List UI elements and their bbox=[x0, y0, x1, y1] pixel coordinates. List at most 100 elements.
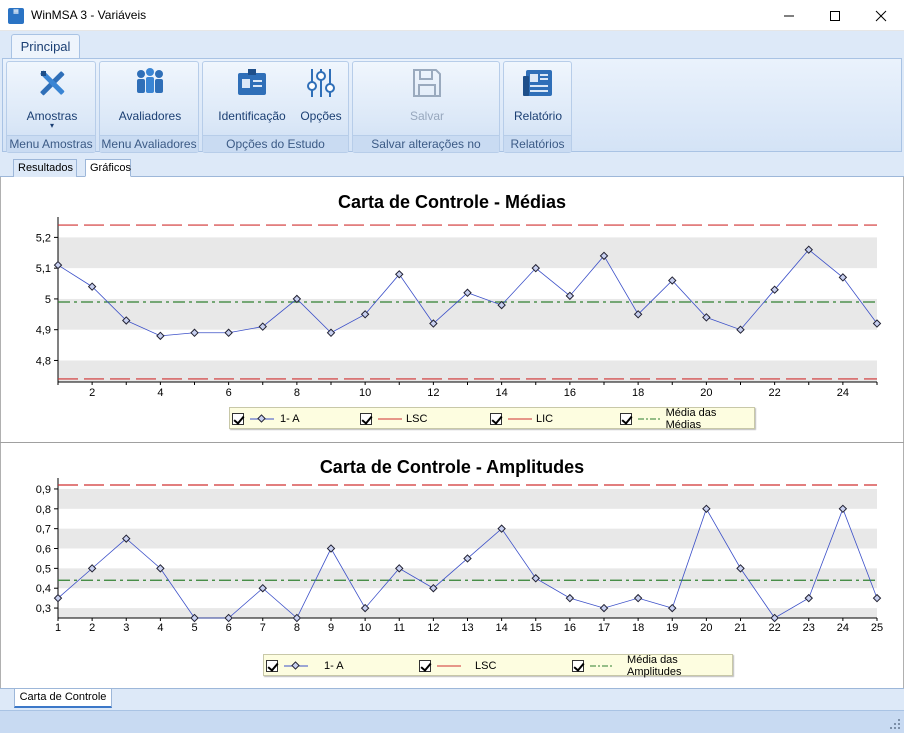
x-tick-label: 10 bbox=[359, 387, 371, 399]
minimize-button[interactable] bbox=[766, 0, 812, 31]
avaliadores-button[interactable]: Avaliadores bbox=[110, 66, 190, 123]
checkbox[interactable] bbox=[572, 660, 584, 672]
x-tick-label: 22 bbox=[769, 387, 781, 399]
y-tick-label: 0,5 bbox=[36, 563, 51, 575]
legend-label: LSC bbox=[406, 413, 428, 425]
grid-band bbox=[58, 237, 877, 269]
x-tick-label: 8 bbox=[294, 387, 300, 399]
legend-label: Média das Amplitudes bbox=[627, 654, 682, 678]
x-tick-label: 16 bbox=[564, 387, 576, 399]
checkbox[interactable] bbox=[620, 413, 632, 425]
group-menu-avaliadores: Avaliadores Menu Avaliadores bbox=[99, 61, 199, 153]
grid-band bbox=[58, 488, 877, 509]
chart-medias-panel: Carta de Controle - Médias 4,8 4,9 5 5,1 5,2… bbox=[0, 177, 904, 442]
sliders-icon bbox=[307, 69, 335, 97]
legend-item-lsc[interactable]: LSC bbox=[419, 658, 496, 674]
checkbox[interactable] bbox=[232, 413, 244, 425]
x-tick-label: 6 bbox=[226, 622, 232, 634]
checkbox[interactable] bbox=[419, 660, 431, 672]
x-tick-label: 19 bbox=[666, 622, 678, 634]
y-tick-label: 0,7 bbox=[36, 524, 51, 536]
checkbox[interactable] bbox=[266, 660, 278, 672]
x-tick-label: 14 bbox=[496, 622, 508, 634]
users-icon bbox=[137, 68, 163, 93]
media-swatch bbox=[589, 665, 614, 667]
group-relatorios: Relatório Relatórios bbox=[503, 61, 572, 153]
x-tick-label: 5 bbox=[191, 622, 197, 634]
chart-amplitudes: 0,30,40,50,60,70,80,91 2 3 4 5 6 7 8 9 10 11 12 13 14… bbox=[36, 478, 883, 634]
lic-swatch bbox=[508, 418, 532, 420]
legend-item-lsc[interactable]: LSC bbox=[360, 411, 427, 427]
series-line bbox=[57, 507, 878, 619]
x-tick-label: 4 bbox=[157, 622, 163, 634]
ribbon: Principal Amostras ▾ Menu Amostras Avali… bbox=[0, 31, 904, 167]
data-point bbox=[156, 331, 165, 341]
x-tick-label: 1 bbox=[55, 622, 61, 634]
x-tick-label: 13 bbox=[461, 622, 473, 634]
y-tick-label: 0,3 bbox=[36, 603, 51, 615]
tools-icon bbox=[40, 70, 65, 96]
status-bar bbox=[0, 710, 904, 733]
tab-principal[interactable]: Principal bbox=[11, 34, 80, 59]
resize-grip-icon[interactable] bbox=[889, 718, 901, 730]
legend-item-series[interactable]: 1- A bbox=[232, 411, 300, 427]
data-point bbox=[190, 328, 199, 338]
group-label: Salvar alterações no Estudo bbox=[353, 135, 499, 167]
minimize-icon bbox=[784, 15, 794, 16]
close-button[interactable] bbox=[858, 0, 904, 31]
x-tick-label: 20 bbox=[700, 387, 712, 399]
x-tick-label: 11 bbox=[394, 622, 405, 634]
legend-item-media[interactable]: Média das Médias bbox=[620, 407, 754, 431]
avaliadores-label: Avaliadores bbox=[118, 109, 182, 123]
app-icon: ▦ bbox=[8, 8, 24, 24]
x-tick-label: 20 bbox=[700, 622, 712, 634]
title-bar: ▦ WinMSA 3 - Variáveis bbox=[0, 0, 904, 31]
amostras-button[interactable]: Amostras ▾ bbox=[12, 66, 92, 130]
chart-amplitudes-legend: 1- A LSC Média das Amplitudes bbox=[263, 654, 733, 678]
checkbox[interactable] bbox=[360, 413, 372, 425]
lsc-swatch bbox=[378, 418, 402, 420]
group-salvar-alteracoes: Salvar Salvar alterações no Estudo bbox=[352, 61, 500, 167]
y-tick-label: 5,2 bbox=[36, 232, 51, 244]
tab-resultados[interactable]: Resultados bbox=[13, 159, 77, 177]
x-tick-label: 14 bbox=[496, 387, 508, 399]
chart-medias: 4,84,955,15,22 4 6 8 10 12 14 16 18 20 22 24 bbox=[36, 217, 882, 399]
x-tick-label: 16 bbox=[564, 622, 576, 634]
x-tick-label: 17 bbox=[598, 622, 610, 634]
y-tick-label: 0,9 bbox=[36, 484, 51, 496]
relatorio-button[interactable]: Relatório bbox=[506, 66, 570, 123]
group-opcoes-do-estudo: Identificação Opções Opções do Estudo bbox=[202, 61, 349, 153]
group-label: Menu Avaliadores bbox=[100, 135, 198, 152]
x-tick-label: 12 bbox=[427, 387, 439, 399]
checkbox[interactable] bbox=[490, 413, 502, 425]
salvar-button[interactable]: Salvar bbox=[387, 66, 467, 123]
grid-band bbox=[58, 608, 877, 618]
view-tabs: Resultados Gráficos bbox=[0, 155, 904, 177]
grid-band bbox=[58, 568, 877, 589]
tab-graficos[interactable]: Gráficos bbox=[85, 159, 131, 177]
data-point bbox=[565, 593, 575, 603]
legend-item-lic[interactable]: LIC bbox=[490, 411, 553, 427]
x-tick-label: 22 bbox=[769, 622, 781, 634]
x-tick-label: 24 bbox=[837, 387, 849, 399]
close-icon bbox=[875, 10, 887, 21]
lsc-swatch bbox=[437, 665, 461, 667]
legend-item-series[interactable]: 1- A bbox=[266, 658, 344, 674]
legend-item-media[interactable]: Média das Amplitudes bbox=[572, 654, 732, 678]
legend-label: LSC bbox=[475, 660, 497, 672]
x-tick-label: 10 bbox=[359, 622, 371, 634]
opcoes-button[interactable]: Opções bbox=[295, 66, 347, 123]
tab-carta-de-controle[interactable]: Carta de Controle bbox=[14, 689, 112, 708]
x-tick-label: 4 bbox=[157, 387, 163, 399]
x-tick-label: 3 bbox=[123, 622, 129, 634]
x-tick-label: 23 bbox=[803, 622, 815, 634]
x-tick-label: 25 bbox=[871, 622, 883, 634]
relatorio-label: Relatório bbox=[513, 109, 563, 123]
window-title: WinMSA 3 - Variáveis bbox=[31, 8, 147, 22]
data-point bbox=[804, 593, 813, 603]
identificacao-button[interactable]: Identificação bbox=[207, 66, 297, 123]
salvar-label: Salvar bbox=[409, 109, 444, 123]
group-label: Opções do Estudo bbox=[203, 135, 348, 152]
x-tick-label: 2 bbox=[89, 387, 95, 399]
maximize-button[interactable] bbox=[812, 0, 858, 31]
